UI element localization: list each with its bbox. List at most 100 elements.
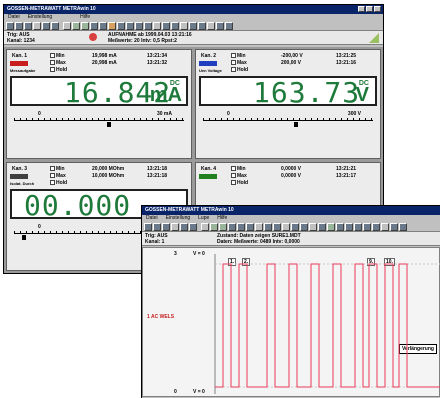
toolbar-button[interactable]	[216, 22, 224, 30]
toolbar-button[interactable]	[300, 223, 308, 231]
toolbar-button[interactable]	[210, 223, 218, 231]
menu-hilfe[interactable]: Hilfe	[80, 14, 90, 21]
min-checkbox[interactable]: Min	[231, 53, 246, 59]
toolbar-button[interactable]	[63, 22, 71, 30]
maximize-button[interactable]	[366, 6, 373, 12]
toolbar-button[interactable]	[381, 223, 389, 231]
toolbar	[4, 21, 383, 31]
hold-checkbox[interactable]: Hold	[231, 180, 248, 186]
toolbar-button[interactable]	[225, 22, 233, 30]
record-button[interactable]	[108, 22, 116, 30]
channel-status: Kanal: 1	[145, 239, 165, 245]
min-label: Min	[237, 53, 246, 59]
toolbar-button[interactable]	[162, 223, 170, 231]
toolbar-button[interactable]	[42, 22, 50, 30]
toolbar-button[interactable]	[372, 223, 380, 231]
toolbar-button[interactable]	[273, 223, 281, 231]
menu-lupe[interactable]: Lupe	[198, 215, 209, 222]
window-title: GOSSEN-METRAWATT METRAwin 10	[145, 207, 234, 213]
checkbox-box	[50, 67, 55, 73]
record-icon	[89, 33, 97, 41]
toolbar-button[interactable]	[237, 223, 245, 231]
scale-line	[14, 120, 184, 121]
toolbar-button[interactable]	[255, 223, 263, 231]
toolbar-button[interactable]	[33, 22, 41, 30]
close-button[interactable]	[374, 6, 381, 12]
toolbar-button[interactable]	[291, 223, 299, 231]
toolbar-button[interactable]	[282, 223, 290, 231]
checkbox-box	[50, 165, 55, 171]
toolbar-button[interactable]	[327, 223, 335, 231]
hold-checkbox[interactable]: Hold	[50, 180, 67, 186]
hold-checkbox[interactable]: Hold	[50, 67, 67, 73]
menu-einstellung[interactable]: Einstellung	[166, 215, 190, 222]
toolbar-button[interactable]	[24, 22, 32, 30]
toolbar-button[interactable]	[153, 22, 161, 30]
min-checkbox[interactable]: Min	[50, 53, 65, 59]
checkbox-box	[231, 165, 236, 171]
toolbar-button[interactable]	[15, 22, 23, 30]
menu-datei[interactable]: Datei	[8, 14, 20, 21]
toolbar-button[interactable]	[144, 223, 152, 231]
max-time: 13:21:16	[336, 60, 357, 66]
waveform-window: GOSSEN-METRAWATT METRAwin 10 Datei Einst…	[141, 205, 440, 398]
toolbar-button[interactable]	[246, 223, 254, 231]
toolbar-button[interactable]	[99, 22, 107, 30]
max-checkbox[interactable]: Max	[231, 60, 247, 66]
toolbar-button[interactable]	[144, 22, 152, 30]
toolbar-button[interactable]	[189, 223, 197, 231]
toolbar-button[interactable]	[201, 223, 209, 231]
toolbar-button[interactable]	[72, 22, 80, 30]
max-label: Max	[56, 60, 66, 66]
lcd-value: 163.73	[253, 76, 361, 109]
toolbar-button[interactable]	[399, 223, 407, 231]
toolbar-button[interactable]	[264, 223, 272, 231]
toolbar-button[interactable]	[153, 223, 161, 231]
menu-datei[interactable]: Datei	[146, 215, 158, 222]
toolbar-button[interactable]	[198, 22, 206, 30]
checkbox-box	[50, 179, 55, 185]
toolbar-button[interactable]	[309, 223, 317, 231]
checkbox-box	[231, 179, 236, 185]
max-checkbox[interactable]: Max	[50, 173, 66, 179]
hold-checkbox[interactable]: Hold	[231, 67, 248, 73]
toolbar-button[interactable]	[180, 223, 188, 231]
channel-label: Kan. 4	[201, 165, 217, 172]
toolbar-button[interactable]	[336, 223, 344, 231]
toolbar-button[interactable]	[363, 223, 371, 231]
toolbar-button[interactable]	[189, 22, 197, 30]
toolbar-button[interactable]	[228, 223, 236, 231]
toolbar-button[interactable]	[171, 22, 179, 30]
waveform-plot[interactable]: 3 V = 0 1 AC WELS 0 V = 0 1. 2. 9. 10. V…	[142, 247, 440, 397]
toolbar-button[interactable]	[354, 223, 362, 231]
checkbox-box	[231, 172, 236, 178]
max-label: Max	[237, 172, 247, 179]
toolbar-button[interactable]	[6, 22, 14, 30]
max-checkbox[interactable]: Max	[231, 173, 247, 179]
hold-label: Hold	[237, 67, 249, 73]
toolbar-button[interactable]	[90, 22, 98, 30]
hold-label: Hold	[237, 179, 249, 186]
channel-label: Kan. 3	[12, 165, 28, 172]
toolbar-button[interactable]	[318, 223, 326, 231]
toolbar-button[interactable]	[180, 22, 188, 30]
toolbar-button[interactable]	[126, 22, 134, 30]
toolbar-button[interactable]	[51, 22, 59, 30]
toolbar-button[interactable]	[345, 223, 353, 231]
menu-einstellung[interactable]: Einstellung	[28, 14, 52, 21]
toolbar-button[interactable]	[390, 223, 398, 231]
toolbar-button[interactable]	[81, 22, 89, 30]
toolbar-button[interactable]	[117, 22, 125, 30]
toolbar-button[interactable]	[162, 22, 170, 30]
max-checkbox[interactable]: Max	[50, 60, 66, 66]
menu-hilfe[interactable]: Hilfe	[217, 215, 227, 222]
toolbar-button[interactable]	[135, 22, 143, 30]
toolbar-button[interactable]	[207, 22, 215, 30]
min-checkbox[interactable]: Min	[50, 166, 65, 172]
toolbar-button[interactable]	[171, 223, 179, 231]
minimize-button[interactable]	[358, 6, 365, 12]
scale-pointer	[22, 234, 27, 240]
toolbar-button[interactable]	[219, 223, 227, 231]
min-label: Min	[237, 165, 246, 172]
min-checkbox[interactable]: Min	[231, 166, 246, 172]
